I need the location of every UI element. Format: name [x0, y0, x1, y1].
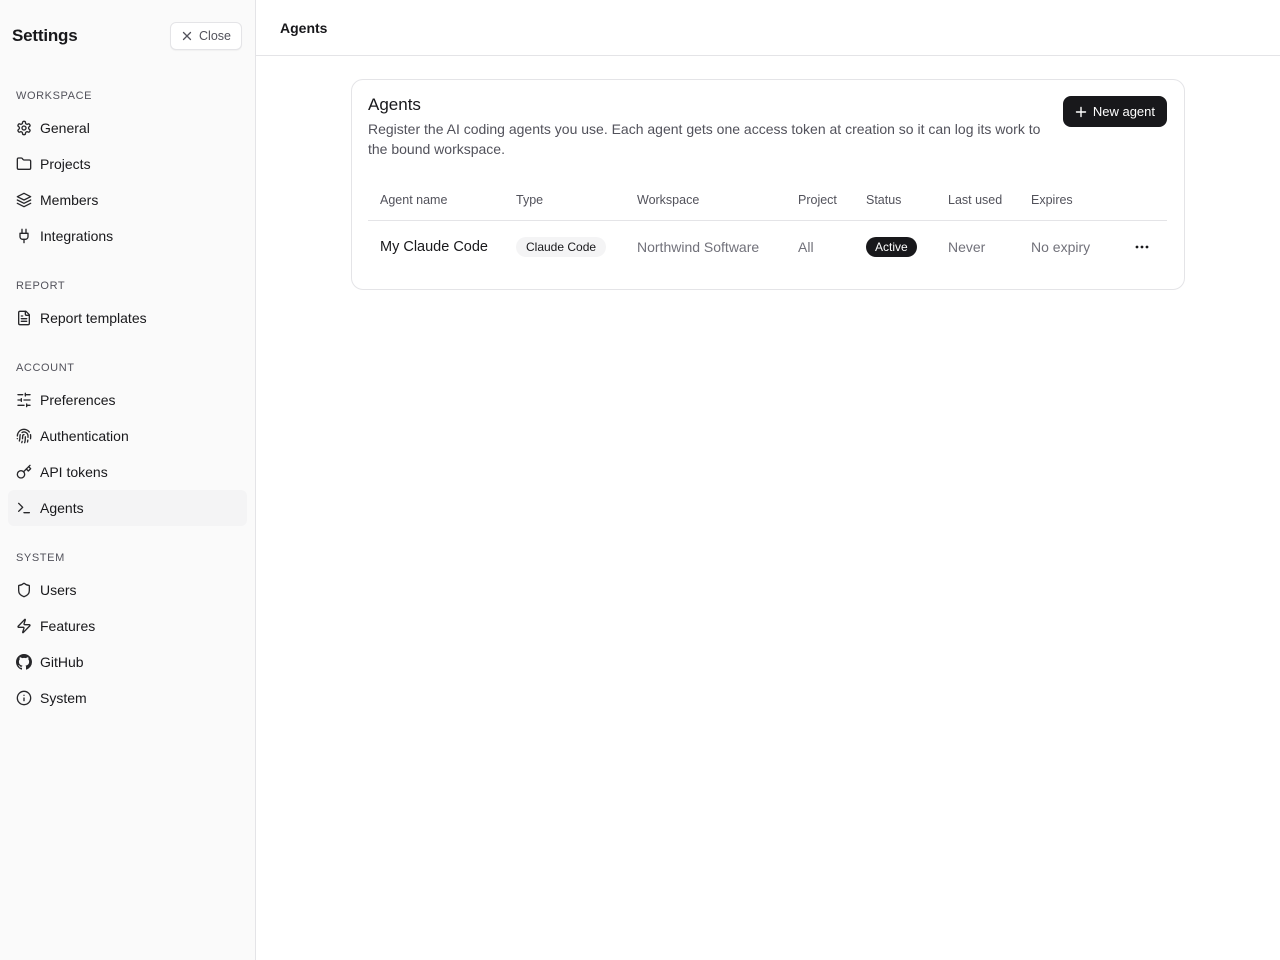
sidebar-item-label: Members [40, 192, 99, 208]
sidebar-item-label: Projects [40, 156, 91, 172]
status-cell: Active [854, 220, 936, 274]
plug-icon [16, 228, 32, 244]
nav-section-account: ACCOUNT Preferences Authentication API t… [0, 360, 255, 526]
card-heading-group: Agents Register the AI coding agents you… [368, 95, 1058, 159]
sidebar-item-label: Report templates [40, 310, 147, 326]
sidebar-item-label: Authentication [40, 428, 129, 444]
sidebar-item-label: System [40, 690, 87, 706]
sidebar-item-system[interactable]: System [8, 680, 247, 716]
sidebar-header: Settings Close [0, 0, 255, 72]
section-label-workspace: WORKSPACE [16, 90, 93, 102]
section-label-report: REPORT [16, 280, 66, 292]
project-cell: All [798, 239, 814, 256]
table-row[interactable]: My Claude Code Claude Code Northwind Sof… [368, 220, 1167, 274]
sidebar-item-label: Users [40, 582, 77, 598]
zap-icon [16, 618, 32, 634]
actions-cell [1120, 220, 1167, 274]
sidebar-item-github[interactable]: GitHub [8, 644, 247, 680]
card-description: Register the AI coding agents you use. E… [368, 121, 1041, 157]
section-label-system: SYSTEM [16, 552, 65, 564]
card-title: Agents [368, 95, 421, 114]
sidebar-item-integrations[interactable]: Integrations [8, 218, 247, 254]
fingerprint-icon [16, 428, 32, 444]
layers-icon [16, 192, 32, 208]
sidebar-item-label: General [40, 120, 90, 136]
sidebar-item-users[interactable]: Users [8, 572, 247, 608]
sidebar-item-members[interactable]: Members [8, 182, 247, 218]
ellipsis-icon [1134, 239, 1150, 255]
plus-icon [1075, 106, 1087, 118]
new-agent-button-label: New agent [1092, 104, 1155, 119]
column-header-agent-name: Agent name [368, 180, 504, 221]
sidebar-title: Settings [12, 26, 78, 45]
sidebar-item-report-templates[interactable]: Report templates [8, 300, 247, 336]
sidebar-item-label: GitHub [40, 654, 84, 670]
key-icon [16, 464, 32, 480]
sidebar-item-label: Features [40, 618, 96, 634]
status-badge: Active [866, 237, 917, 258]
sidebar-item-label: Preferences [40, 392, 116, 408]
type-pill: Claude Code [516, 237, 607, 258]
close-button-label: Close [199, 29, 231, 43]
column-header-expires: Expires [1019, 180, 1120, 221]
agents-card: Agents Register the AI coding agents you… [351, 79, 1185, 290]
page-header: Agents [256, 0, 1280, 56]
shield-icon [16, 582, 32, 598]
close-icon [181, 30, 193, 42]
sidebar-item-label: Agents [40, 500, 84, 516]
column-header-workspace: Workspace [625, 180, 786, 221]
type-cell: Claude Code [504, 220, 625, 274]
column-header-status: Status [854, 180, 936, 221]
table-header-row: Agent name Type Workspace Project Status… [368, 180, 1167, 221]
workspace-cell: Northwind Software [637, 239, 760, 256]
more-actions-button[interactable] [1128, 233, 1156, 261]
terminal-icon [16, 500, 32, 516]
gear-icon [16, 120, 32, 136]
sidebar-item-authentication[interactable]: Authentication [8, 418, 247, 454]
sidebar-item-features[interactable]: Features [8, 608, 247, 644]
page-title: Agents [280, 19, 328, 36]
main-content: Agents Agents Register the AI coding age… [256, 0, 1280, 960]
column-header-actions [1120, 180, 1167, 221]
card-header: Agents Register the AI coding agents you… [368, 95, 1167, 159]
agent-name-cell: My Claude Code [380, 239, 488, 256]
sidebar-item-general[interactable]: General [8, 110, 247, 146]
settings-sidebar: Settings Close WORKSPACE General Project… [0, 0, 256, 960]
sidebar-item-label: Integrations [40, 228, 114, 244]
sliders-icon [16, 392, 32, 408]
agents-table: Agent name Type Workspace Project Status… [368, 180, 1167, 274]
sidebar-item-preferences[interactable]: Preferences [8, 382, 247, 418]
github-icon [16, 654, 32, 670]
column-header-last-used: Last used [936, 180, 1019, 221]
nav-section-report: REPORT Report templates [0, 278, 255, 336]
column-header-project: Project [786, 180, 854, 221]
sidebar-item-agents[interactable]: Agents [8, 490, 247, 526]
new-agent-button[interactable]: New agent [1062, 96, 1167, 127]
section-label-account: ACCOUNT [16, 362, 75, 374]
last-used-cell: Never [948, 239, 986, 256]
nav-section-system: SYSTEM Users Features GitHub System [0, 550, 255, 716]
close-button[interactable]: Close [170, 22, 242, 50]
info-icon [16, 690, 32, 706]
column-header-type: Type [504, 180, 625, 221]
document-icon [16, 310, 32, 326]
sidebar-item-projects[interactable]: Projects [8, 146, 247, 182]
sidebar-item-api-tokens[interactable]: API tokens [8, 454, 247, 490]
folder-icon [16, 156, 32, 172]
sidebar-item-label: API tokens [40, 464, 108, 480]
nav-section-workspace: WORKSPACE General Projects Members Integ… [0, 88, 255, 254]
expires-cell: No expiry [1031, 239, 1091, 256]
